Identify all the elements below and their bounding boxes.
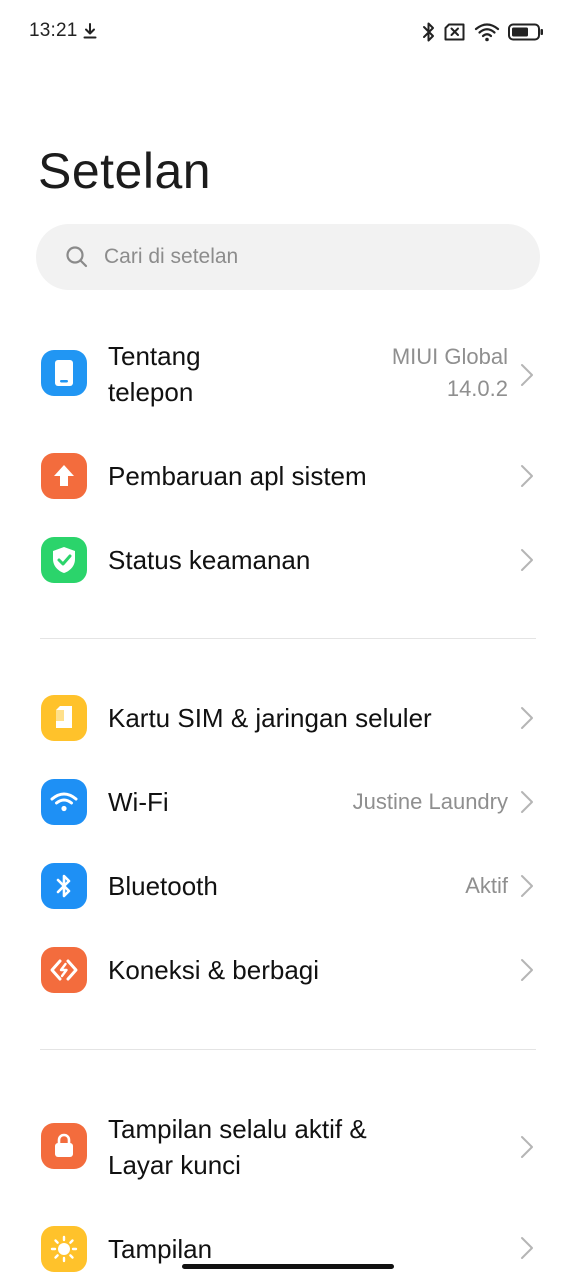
security-status-label: Status keamanan <box>108 545 311 575</box>
status-icons <box>422 20 544 44</box>
about-phone-label-line1: Tentang <box>108 341 201 371</box>
settings-item-about-phone[interactable]: Tentang telepon MIUI Global 14.0.2 <box>0 330 576 420</box>
download-icon <box>83 23 97 39</box>
settings-item-connection-sharing[interactable]: Koneksi & berbagi <box>0 928 576 1012</box>
display-label: Tampilan <box>108 1234 213 1264</box>
always-on-lock-screen-label: Tampilan selalu aktif & Layar kunci <box>108 1111 367 1183</box>
chevron-right-icon <box>521 707 533 729</box>
chevron-right-icon <box>521 364 533 386</box>
battery-icon <box>508 23 543 41</box>
no-sim-icon <box>444 23 465 41</box>
sim-card-icon <box>41 695 87 741</box>
search-input[interactable] <box>102 244 486 270</box>
status-bar: 13:21 <box>0 0 576 64</box>
bluetooth-status-icon <box>423 22 434 42</box>
phone-icon <box>41 350 87 396</box>
page-title: Setelan <box>38 143 212 199</box>
section-divider <box>40 638 536 639</box>
bluetooth-status: Aktif <box>465 873 508 898</box>
sim-network-label: Kartu SIM & jaringan seluler <box>108 703 432 733</box>
settings-item-system-app-updates[interactable]: Pembaruan apl sistem <box>0 434 576 518</box>
chevron-right-icon <box>521 875 533 897</box>
about-phone-label-line2: telepon <box>108 377 194 407</box>
always-on-label-line1: Tampilan selalu aktif & <box>108 1114 367 1144</box>
settings-item-sim-network[interactable]: Kartu SIM & jaringan seluler <box>0 676 576 760</box>
chevron-right-icon <box>521 1136 533 1158</box>
wifi-label: Wi-Fi <box>108 787 169 817</box>
update-arrow-icon <box>41 453 87 499</box>
bluetooth-icon <box>41 863 87 909</box>
chevron-right-icon <box>521 959 533 981</box>
miui-version-line1: MIUI Global <box>391 344 508 369</box>
wifi-network-name: Justine Laundry <box>352 789 508 814</box>
chevron-right-icon <box>521 465 533 487</box>
status-time: 13:21 <box>29 20 78 41</box>
always-on-label-line2: Layar kunci <box>108 1150 241 1180</box>
search-icon <box>66 246 88 268</box>
bluetooth-label: Bluetooth <box>108 871 218 901</box>
settings-item-bluetooth[interactable]: Bluetooth Aktif <box>0 844 576 928</box>
settings-item-security-status[interactable]: Status keamanan <box>0 518 576 602</box>
chevron-right-icon <box>521 1237 533 1259</box>
connection-sharing-label: Koneksi & berbagi <box>108 955 320 985</box>
wifi-icon <box>41 779 87 825</box>
system-app-updates-label: Pembaruan apl sistem <box>108 461 367 491</box>
home-indicator[interactable] <box>182 1264 394 1269</box>
connection-sharing-icon <box>41 947 87 993</box>
section-divider <box>40 1049 536 1050</box>
settings-item-wifi[interactable]: Wi-Fi Justine Laundry <box>0 760 576 844</box>
chevron-right-icon <box>521 791 533 813</box>
about-phone-label: Tentang telepon <box>108 338 201 410</box>
lock-icon <box>41 1123 87 1169</box>
miui-version-line2: 14.0.2 <box>446 376 508 401</box>
settings-item-always-on-lock-screen[interactable]: Tampilan selalu aktif & Layar kunci <box>0 1102 576 1192</box>
wifi-status-icon <box>474 23 500 42</box>
shield-check-icon <box>41 537 87 583</box>
chevron-right-icon <box>521 549 533 571</box>
sun-icon <box>41 1226 87 1272</box>
search-bar[interactable] <box>36 224 540 290</box>
about-phone-value: MIUI Global 14.0.2 <box>392 341 508 405</box>
